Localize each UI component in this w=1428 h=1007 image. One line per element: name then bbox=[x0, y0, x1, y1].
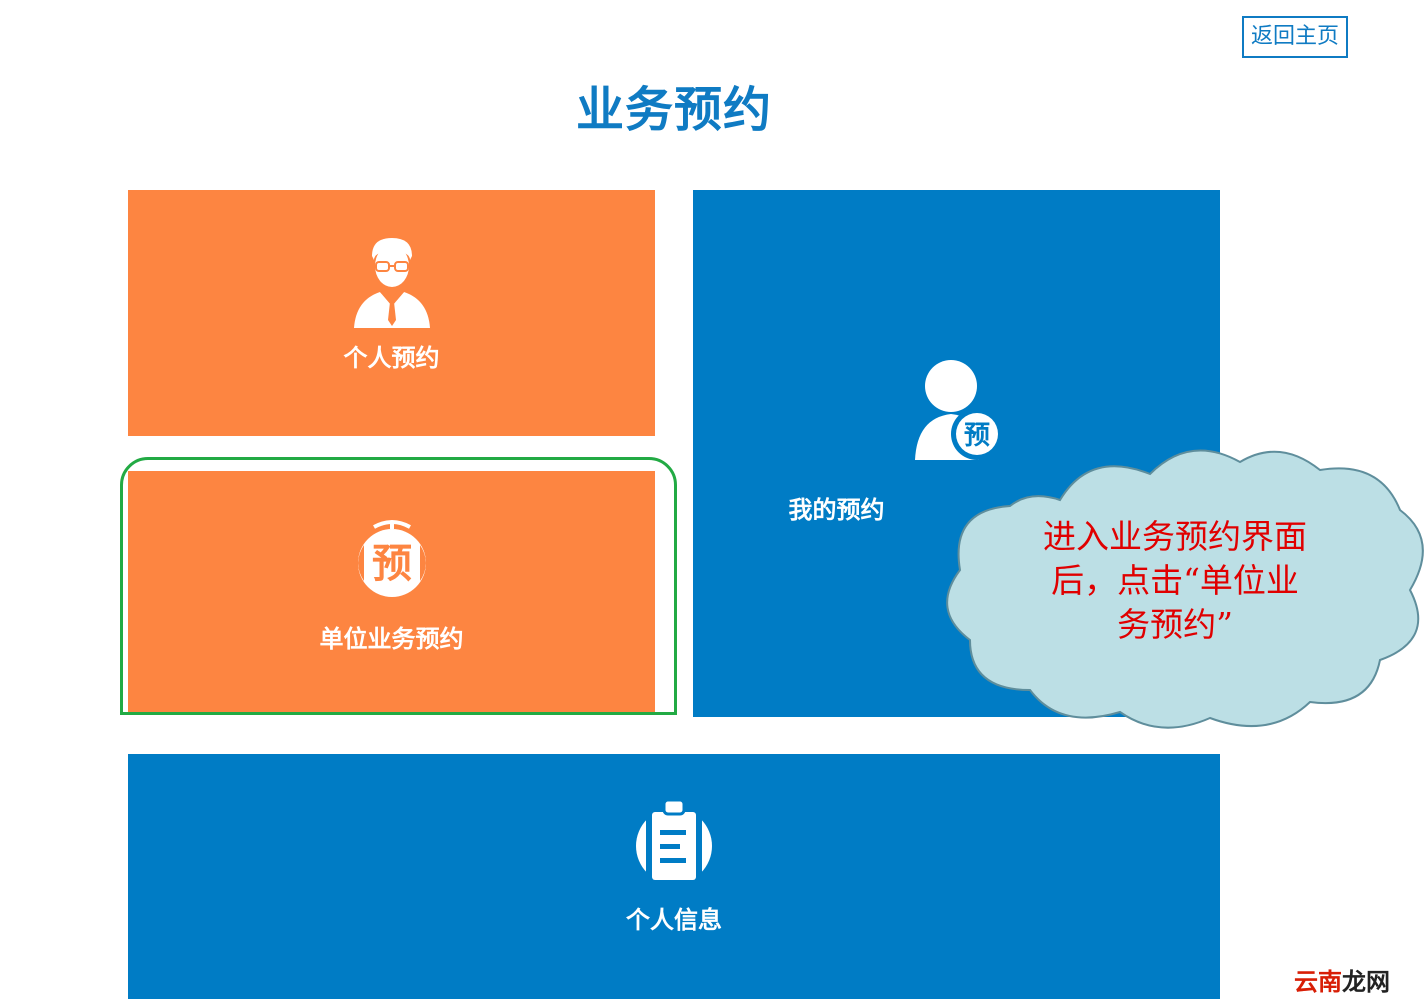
tile-info-label: 个人信息 bbox=[626, 906, 722, 934]
reserve-badge-char: 预 bbox=[372, 541, 412, 587]
callout-text: 进入业务预约界面 后，点击“单位业 务预约” bbox=[1022, 515, 1328, 647]
tile-personal-info[interactable]: 个人信息 bbox=[128, 754, 1220, 999]
watermark-part2: 龙网 bbox=[1342, 968, 1390, 996]
page-title: 业务预约 bbox=[575, 82, 772, 138]
tile-personal-label: 个人预约 bbox=[343, 344, 440, 372]
tile-unit-label: 单位业务预约 bbox=[319, 625, 464, 653]
callout-line: 进入业务预约界面 bbox=[1043, 517, 1307, 556]
home-button[interactable]: 返回主页 bbox=[1242, 16, 1348, 58]
businessman-icon bbox=[354, 238, 430, 328]
reserve-badge-icon: 预 bbox=[358, 520, 426, 597]
clipboard-icon bbox=[636, 798, 712, 886]
callout-line: 务预约” bbox=[1117, 605, 1233, 644]
tile-personal-reservation[interactable]: 个人预约 bbox=[128, 190, 655, 436]
callout-line: 后，点击“单位业 bbox=[1051, 561, 1299, 600]
watermark-logo: 云南龙网 bbox=[1294, 962, 1390, 997]
watermark-part1: 云南 bbox=[1294, 968, 1342, 996]
